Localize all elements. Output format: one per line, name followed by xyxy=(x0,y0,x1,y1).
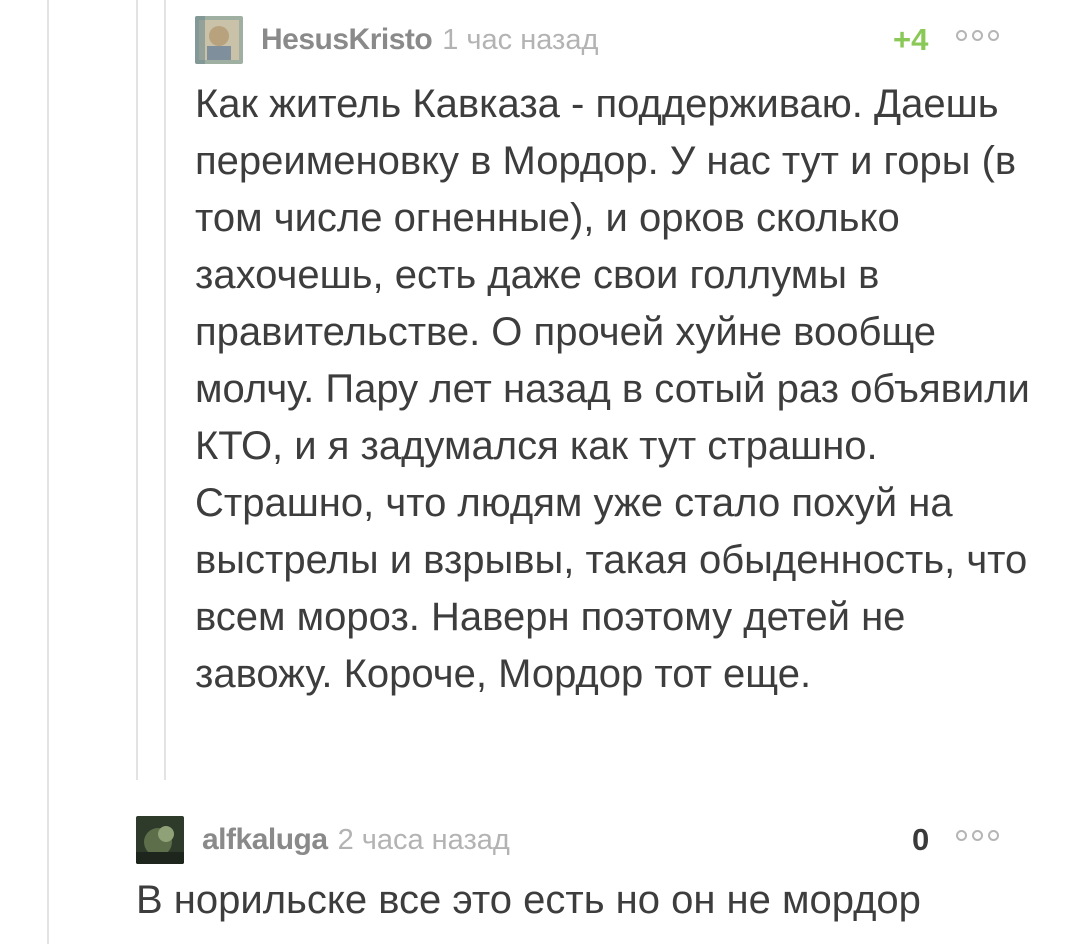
avatar-image xyxy=(136,816,184,864)
comment-text: Как житель Кавказа - поддерживаю. Даешь … xyxy=(195,82,1030,696)
avatar-image xyxy=(195,16,243,64)
user-avatar-icon[interactable] xyxy=(195,16,243,64)
user-avatar-icon[interactable] xyxy=(136,816,184,864)
comment: HesusKristo 1 час назад +4 Как житель Ка… xyxy=(195,16,1035,703)
comment-rating: +4 xyxy=(893,22,929,57)
comment-rating: 0 xyxy=(912,822,930,857)
comment-timestamp: 1 час назад xyxy=(442,23,599,56)
thread-line xyxy=(164,0,166,780)
comment-header: alfkaluga 2 часа назад 0 xyxy=(136,816,1036,864)
comment-text: В норильске все это есть но он не мордор xyxy=(136,878,921,922)
comment-username[interactable]: alfkaluga xyxy=(202,823,328,857)
dot-icon xyxy=(972,30,983,41)
dot-icon xyxy=(956,30,967,41)
comment: alfkaluga 2 часа назад 0 В норильске все… xyxy=(136,816,1036,929)
dot-icon xyxy=(988,830,999,841)
dot-icon xyxy=(956,830,967,841)
more-options-icon[interactable] xyxy=(956,30,999,41)
more-options-icon[interactable] xyxy=(956,830,999,841)
comment-header: HesusKristo 1 час назад +4 xyxy=(195,16,1035,64)
comment-timestamp: 2 часа назад xyxy=(337,823,510,856)
thread-line xyxy=(47,0,49,944)
dot-icon xyxy=(972,830,983,841)
dot-icon xyxy=(988,30,999,41)
comment-username[interactable]: HesusKristo xyxy=(261,23,433,57)
thread-line xyxy=(136,0,138,780)
